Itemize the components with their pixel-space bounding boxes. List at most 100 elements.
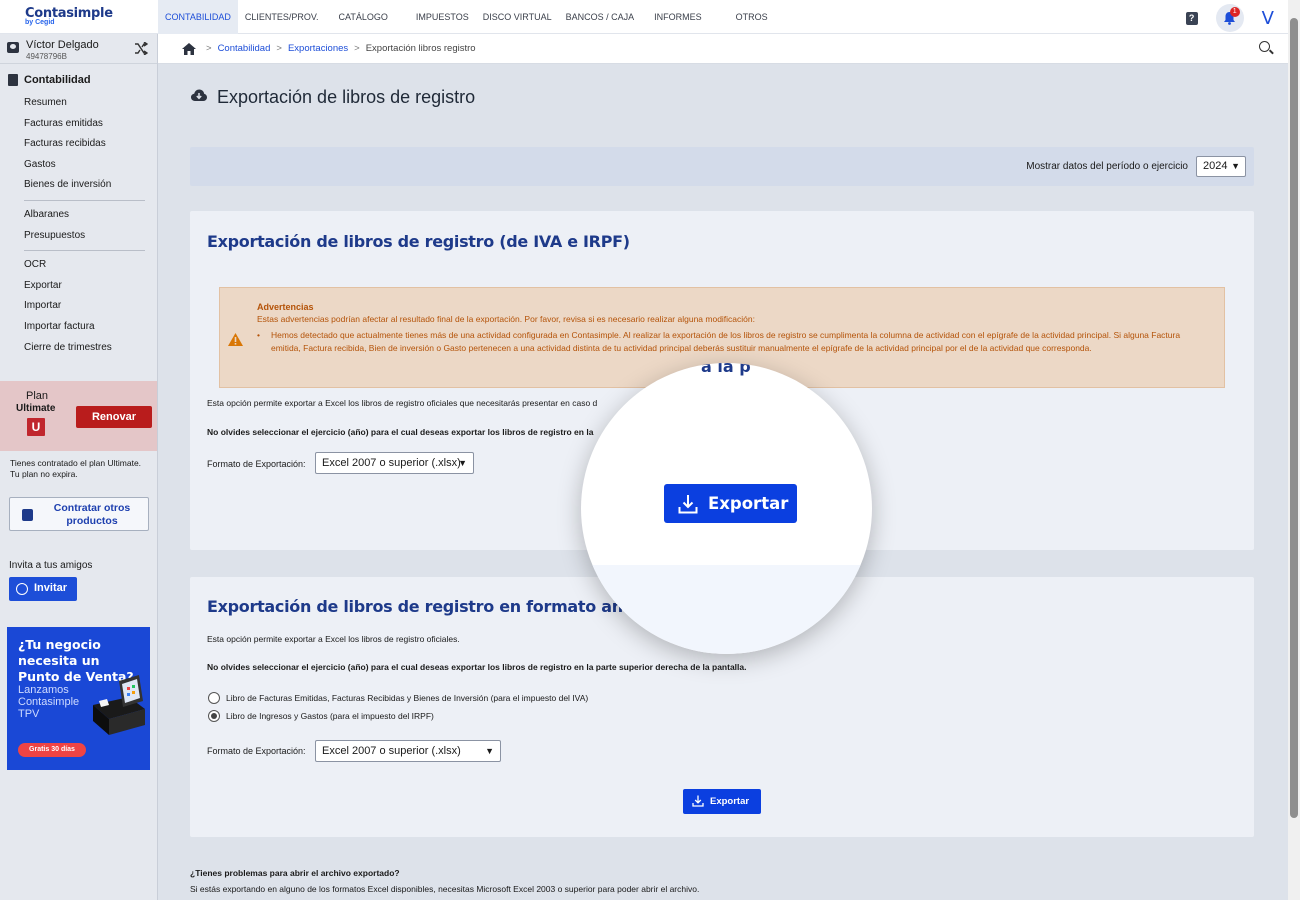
sidebar-item-presupuestos[interactable]: Presupuestos [0,226,157,247]
zoom-magnifier: a la p Exportar [581,363,872,654]
tpv-ad-banner[interactable]: ¿Tu negocio necesita un Punto de Venta? … [7,627,150,770]
sidebar-item-ocr[interactable]: OCR [0,255,157,276]
sidebar-item-exportar[interactable]: Exportar [0,276,157,297]
radio-libro-irpf[interactable]: Libro de Ingresos y Gastos (para el impu… [208,710,434,722]
breadcrumb-contabilidad[interactable]: Contabilidad [218,43,271,54]
plan-info-line-1: Tienes contratado el plan Ultimate. [10,458,142,468]
radio-button[interactable] [208,692,220,704]
sidebar-divider [24,250,145,252]
sidebar-item-gastos[interactable]: Gastos [0,155,157,176]
pos-terminal-icon [93,675,145,735]
switch-account-icon[interactable] [134,42,148,55]
scrollbar-thumb[interactable] [1290,18,1298,818]
panel-note: No olvides seleccionar el ejercicio (año… [207,662,747,672]
warning-icon [228,333,243,346]
radio-libro-iva[interactable]: Libro de Facturas Emitidas, Facturas Rec… [208,692,588,704]
warnings-text: Estas advertencias podrían afectar al re… [257,314,755,324]
sidebar-group-1: Resumen Facturas emitidas Facturas recib… [0,93,157,196]
breadcrumb-separator: > [276,43,282,54]
format-label: Formato de Exportación: [207,746,306,756]
sidebar-item-resumen[interactable]: Resumen [0,93,157,114]
sidebar-item-importar-factura[interactable]: Importar factura [0,317,157,338]
format-select[interactable]: Excel 2007 o superior (.xlsx) ▼ [315,740,501,762]
breadcrumb-exportaciones[interactable]: Exportaciones [288,43,348,54]
sidebar-item-cierre-trimestres[interactable]: Cierre de trimestres [0,338,157,359]
notifications-button[interactable]: 1 [1215,4,1244,32]
plan-info-line-2: Tu plan no expira. [10,469,78,479]
user-name: Víctor Delgado [26,39,99,51]
breadcrumb-current: Exportación libros registro [365,43,476,54]
brand-logo[interactable]: Contasimple by Cegid [25,6,145,26]
cloud-download-icon [191,89,207,101]
breadcrumb-separator: > [206,43,212,54]
export-button[interactable]: Exportar [664,484,797,523]
main-nav: CONTABILIDAD CLIENTES/PROV. CATÁLOGO IMP… [158,0,775,34]
export-button-label: Exportar [710,796,750,807]
sidebar-item-importar[interactable]: Importar [0,296,157,317]
plan-info: Tienes contratado el plan Ultimate. Tu p… [10,458,155,480]
chevron-down-icon: ▼ [485,746,494,756]
period-filter-bar: Mostrar datos del período o ejercicio 20… [190,147,1254,186]
top-bar: Contasimple by Cegid CONTABILIDAD CLIENT… [0,0,1288,34]
export-button-legacy[interactable]: Exportar [683,789,761,814]
sidebar-group-2: Albaranes Presupuestos [0,205,157,246]
user-card-icon [7,42,19,53]
format-label: Formato de Exportación: [207,459,306,469]
globe-icon [16,583,28,595]
ad-cta-button[interactable]: Gratis 30 días [18,743,86,757]
format-select-value: Excel 2007 o superior (.xlsx) [322,745,461,757]
ad-subtitle: Lanzamos Contasimple TPV [18,684,80,720]
breadcrumb-bar: > Contabilidad > Exportaciones > Exporta… [158,34,1288,64]
nav-informes[interactable]: INFORMES [647,0,709,34]
user-menu[interactable]: V [1262,8,1274,29]
magnified-background [581,565,872,654]
nav-disco-virtual[interactable]: DISCO VIRTUAL [476,0,559,34]
sidebar-item-bienes-inversion[interactable]: Bienes de inversión [0,175,157,196]
user-id: 49478796B [26,52,67,61]
nav-catalogo[interactable]: CATÁLOGO [332,0,395,34]
notification-badge: 1 [1229,7,1240,17]
panel-description: Esta opción permite exportar a Excel los… [207,634,460,644]
chevron-down-icon: ▼ [458,458,467,468]
period-select[interactable]: 2024 ▼ [1196,156,1246,177]
help-title: ¿Tienes problemas para abrir el archivo … [190,868,400,878]
sidebar-item-facturas-recibidas[interactable]: Facturas recibidas [0,134,157,155]
search-icon[interactable] [1259,41,1270,52]
page-title: Exportación de libros de registro [217,87,476,107]
nav-contabilidad[interactable]: CONTABILIDAD [158,0,238,34]
radio-label: Libro de Ingresos y Gastos (para el impu… [226,711,434,721]
plan-label: Plan [26,390,49,402]
sidebar-item-albaranes[interactable]: Albaranes [0,205,157,226]
sidebar-group-3: OCR Exportar Importar Importar factura C… [0,255,157,358]
magnified-title-fragment: a la p [701,363,751,376]
shopping-bag-icon [22,509,33,521]
radio-button-checked[interactable] [208,710,220,722]
download-icon [692,795,704,807]
chevron-down-icon: ▼ [1231,161,1240,171]
renew-button[interactable]: Renovar [76,406,152,428]
radio-label: Libro de Facturas Emitidas, Facturas Rec… [226,693,589,703]
sidebar-item-facturas-emitidas[interactable]: Facturas emitidas [0,114,157,135]
export-button-label: Exportar [708,494,789,513]
invite-button-label: Invitar [34,582,68,594]
page-scrollbar[interactable] [1288,0,1300,900]
period-label: Mostrar datos del período o ejercicio [1026,161,1188,172]
nav-impuestos[interactable]: IMPUESTOS [409,0,476,34]
plan-box: Plan Ultimate U Renovar [0,381,157,451]
format-select[interactable]: Excel 2007 o superior (.xlsx) ▼ [315,452,474,474]
document-icon [8,74,18,86]
help-text: Si estás exportando en alguno de los for… [190,884,700,894]
home-icon[interactable] [182,43,196,55]
contract-products-button[interactable]: Contratar otros productos [9,497,149,531]
panel-title: Exportación de libros de registro (de IV… [207,232,630,251]
nav-bancos-caja[interactable]: BANCOS / CAJA [559,0,642,34]
nav-otros[interactable]: OTROS [729,0,775,34]
invite-button[interactable]: Invitar [9,577,77,601]
help-icon[interactable]: ? [1185,11,1198,25]
breadcrumb: > Contabilidad > Exportaciones > Exporta… [206,43,476,54]
user-box: Víctor Delgado 49478796B [0,34,157,64]
contract-products-label: Contratar otros productos [53,502,131,527]
panel-description: Esta opción permite exportar a Excel los… [207,398,598,408]
nav-clientes[interactable]: CLIENTES/PROV. [238,0,326,34]
warnings-item: Hemos detectado que actualmente tienes m… [257,329,1207,355]
